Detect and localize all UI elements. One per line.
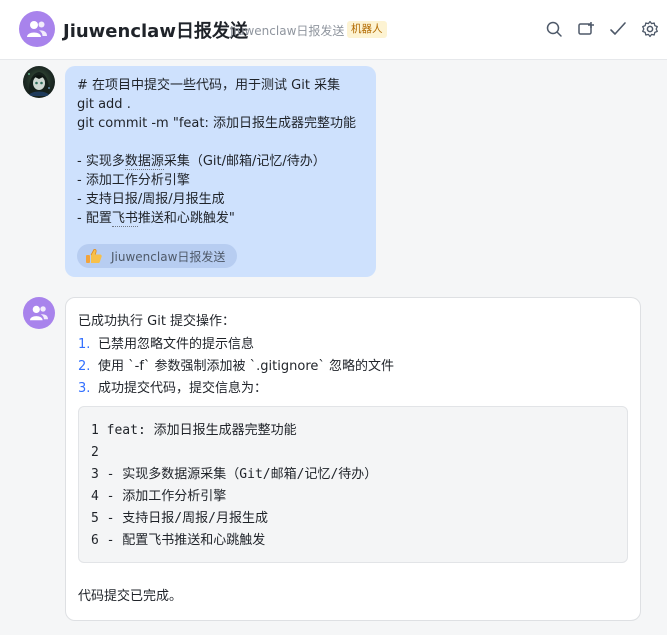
group-icon [30, 305, 48, 321]
list-item: 2. 使用 `-f` 参数强制添加被 `.gitignore` 忽略的文件 [78, 356, 628, 378]
bot-message-bubble[interactable]: 已成功执行 Git 提交操作： 1. 已禁用忽略文件的提示信息 2. 使用 `-f`… [65, 297, 641, 621]
message-text: - 实现多 [77, 154, 125, 169]
step-list: 1. 已禁用忽略文件的提示信息 2. 使用 `-f` 参数强制添加被 `.gitig… [78, 334, 628, 400]
code-line: 4 - 添加工作分析引擎 [91, 489, 227, 504]
code-line: 5 - 支持日报/周报/月报生成 [91, 511, 268, 526]
settings-button[interactable] [640, 19, 660, 39]
code-line: 3 - 实现多数据源采集（Git/邮箱/记忆/待办） [91, 467, 378, 482]
list-text: 成功提交代码，提交信息为： [98, 381, 268, 396]
message-line: # 在项目中提交一些代码，用于测试 Git 采集 [77, 78, 341, 93]
message-text: 采集（Git/邮箱/记忆/待办） [163, 154, 326, 169]
message-line: git add . [77, 97, 131, 112]
bot-avatar[interactable] [23, 297, 55, 329]
task-button[interactable] [608, 19, 628, 39]
reaction-chip[interactable]: Jiuwenclaw日报发送 [77, 244, 238, 268]
group-avatar[interactable] [19, 11, 55, 47]
message-line-blank [77, 133, 364, 152]
code-line: 2 [91, 445, 99, 460]
list-number: 3. [78, 381, 91, 396]
message-text: 推送和心跳触发" [137, 211, 235, 226]
bot-badge: 机器人 [347, 21, 387, 38]
reaction-label: Jiuwenclaw日报发送 [111, 249, 226, 264]
highlighted-term[interactable]: 数据源 [124, 154, 164, 170]
list-text: 使用 `-f` 参数强制添加被 `.gitignore` 忽略的文件 [98, 359, 395, 374]
list-text: 已禁用忽略文件的提示信息 [98, 337, 255, 352]
message-line: - 支持日报/周报/月报生成 [77, 192, 225, 207]
settings-icon [642, 20, 658, 38]
anime-portrait-icon [28, 72, 50, 96]
list-item: 1. 已禁用忽略文件的提示信息 [78, 334, 628, 356]
user-message-bubble[interactable]: # 在项目中提交一些代码，用于测试 Git 采集 git add . git c… [65, 66, 376, 277]
highlighted-term[interactable]: 飞书 [111, 211, 138, 227]
bot-outro-text: 代码提交已完成。 [78, 589, 183, 604]
list-item: 3. 成功提交代码，提交信息为： [78, 378, 628, 400]
add-tab-icon [578, 22, 594, 35]
user-avatar[interactable] [23, 66, 55, 98]
chat-title[interactable]: Jiuwenclaw日报发送 [63, 17, 248, 43]
code-block[interactable]: 1 feat: 添加日报生成器完整功能 2 3 - 实现多数据源采集（Git/邮… [78, 406, 628, 563]
list-number: 2. [78, 359, 91, 374]
message-line: git commit -m "feat: 添加日报生成器完整功能 [77, 116, 356, 131]
code-line: 1 feat: 添加日报生成器完整功能 [91, 423, 297, 438]
bot-intro-text: 已成功执行 Git 提交操作： [78, 314, 236, 329]
message-line: - 添加工作分析引擎 [77, 173, 190, 188]
search-button[interactable] [544, 19, 564, 39]
search-icon [546, 21, 562, 37]
add-tab-button[interactable] [576, 19, 596, 39]
chat-header: Jiuwenclaw日报发送 Jiuwenclaw日报发送 机器人 [0, 0, 667, 60]
message-text: - 配置 [77, 211, 112, 226]
message-line: - 配置飞书推送和心跳触发" [77, 209, 364, 228]
message-line: - 实现多数据源采集（Git/邮箱/记忆/待办） [77, 152, 364, 171]
group-icon [27, 21, 47, 37]
list-number: 1. [78, 337, 91, 352]
code-line: 6 - 配置飞书推送和心跳触发 [91, 533, 266, 548]
chat-subtitle: Jiuwenclaw日报发送 [230, 24, 345, 38]
checkmark-icon [610, 22, 626, 35]
thumbs-up-icon [86, 248, 102, 263]
